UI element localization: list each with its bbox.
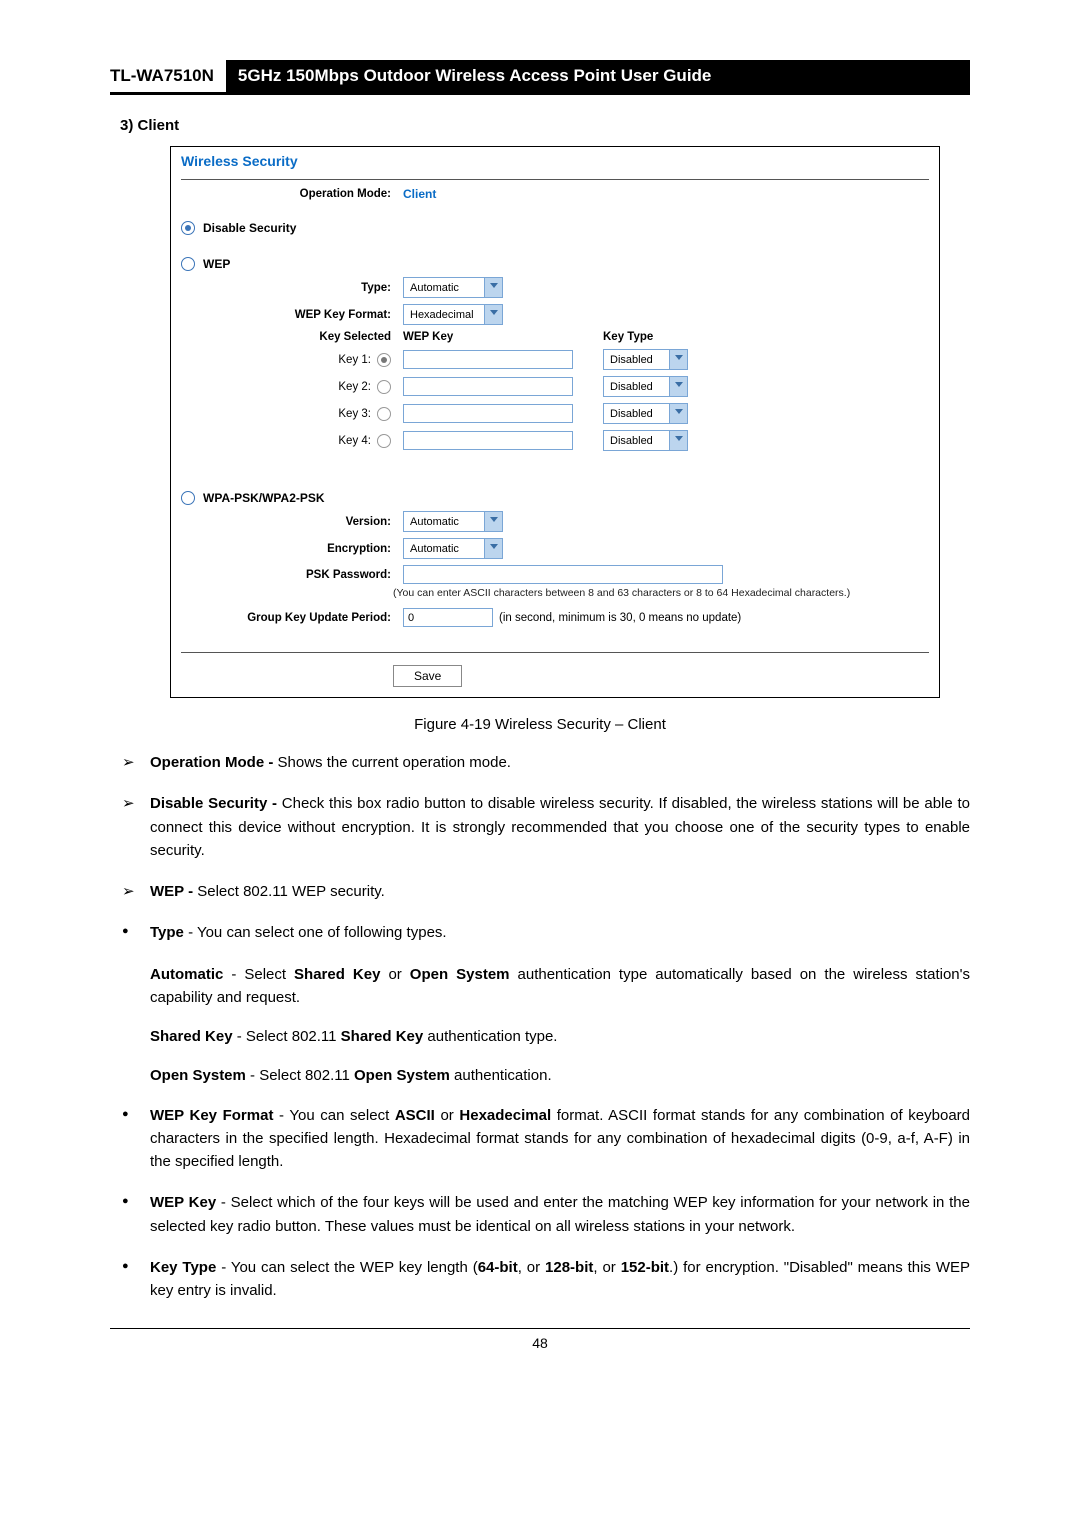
gkup-note: (in second, minimum is 30, 0 means no up… [499,612,741,624]
wpa-label: WPA-PSK/WPA2-PSK [203,491,325,505]
wep-format-label: WEP Key Format: [181,309,403,321]
disable-security-label: Disable Security [203,221,296,235]
radio-disable-security-icon [181,221,195,235]
arrow-list: Operation Mode - Shows the current opera… [110,751,970,903]
list-item: Key Type - You can select the WEP key le… [110,1256,970,1303]
wep-key-row: Key 1: Disabled [171,346,939,373]
wep-key1-input[interactable] [403,350,573,369]
gkup-label: Group Key Update Period: [181,612,403,624]
paragraph: Open System - Select 802.11 Open System … [150,1064,970,1087]
op-mode-label: Operation Mode: [181,188,403,200]
figure-wireless-security: Wireless Security Operation Mode: Client… [170,146,940,698]
paragraph: Automatic - Select Shared Key or Open Sy… [150,963,970,1010]
op-mode-value: Client [403,187,436,201]
panel-title: Wireless Security [171,147,939,175]
wep-key-row: Key 2: Disabled [171,373,939,400]
wpa-version-label: Version: [181,516,403,528]
wep-format-select[interactable]: Hexadecimal [403,304,503,325]
wep-type-label: Type: [181,282,403,294]
header-title: 5GHz 150Mbps Outdoor Wireless Access Poi… [226,60,970,92]
psk-note: (You can enter ASCII characters between … [171,587,939,599]
bullet-list: WEP Key Format - You can select ASCII or… [110,1104,970,1303]
wep-key3-type-select[interactable]: Disabled [603,403,688,424]
psk-password-input[interactable] [403,565,723,584]
page-container: TL-WA7510N 5GHz 150Mbps Outdoor Wireless… [0,0,1080,1527]
wep-key-row: Key 4: Disabled [171,427,939,454]
wep-key4-type-select[interactable]: Disabled [603,430,688,451]
wep-key1-radio-icon[interactable] [377,353,391,367]
paragraph: Shared Key - Select 802.11 Shared Key au… [150,1025,970,1048]
list-item: Disable Security - Check this box radio … [110,792,970,862]
psk-password-label: PSK Password: [181,569,403,581]
panel-divider [181,179,929,180]
bullet-list: Type - You can select one of following t… [110,921,970,944]
wep-key2-input[interactable] [403,377,573,396]
wep-key1-type-select[interactable]: Disabled [603,349,688,370]
page-header: TL-WA7510N 5GHz 150Mbps Outdoor Wireless… [110,60,970,95]
panel-divider [181,652,929,653]
section-heading: 3) Client [120,117,970,134]
list-item: Operation Mode - Shows the current opera… [110,751,970,774]
wep-key2-type-select[interactable]: Disabled [603,376,688,397]
gkup-input[interactable] [403,608,493,627]
list-item: WEP Key Format - You can select ASCII or… [110,1104,970,1174]
wep-key2-radio-icon[interactable] [377,380,391,394]
wep-option[interactable]: WEP [171,254,939,274]
radio-wpa-icon [181,491,195,505]
type-sub-paragraphs: Automatic - Select Shared Key or Open Sy… [110,963,970,1088]
wpa-encryption-select[interactable]: Automatic [403,538,503,559]
wep-type-select[interactable]: Automatic [403,277,503,298]
page-number: 48 [110,1328,970,1351]
wpa-version-select[interactable]: Automatic [403,511,503,532]
list-item: WEP - Select 802.11 WEP security. [110,880,970,903]
save-button[interactable]: Save [393,665,462,687]
wep-key-headers: Key Selected WEP Key Key Type [171,328,939,346]
wpa-option[interactable]: WPA-PSK/WPA2-PSK [171,488,939,508]
wep-key4-radio-icon[interactable] [377,434,391,448]
wep-key3-input[interactable] [403,404,573,423]
wep-key4-input[interactable] [403,431,573,450]
list-item: Type - You can select one of following t… [110,921,970,944]
header-model: TL-WA7510N [110,60,226,92]
disable-security-option[interactable]: Disable Security [171,218,939,238]
wpa-encryption-label: Encryption: [181,543,403,555]
list-item: WEP Key - Select which of the four keys … [110,1191,970,1238]
op-mode-row: Operation Mode: Client [171,184,939,204]
radio-wep-icon [181,257,195,271]
wep-key-row: Key 3: Disabled [171,400,939,427]
wep-label: WEP [203,257,230,271]
wep-key3-radio-icon[interactable] [377,407,391,421]
figure-caption: Figure 4-19 Wireless Security – Client [110,716,970,733]
